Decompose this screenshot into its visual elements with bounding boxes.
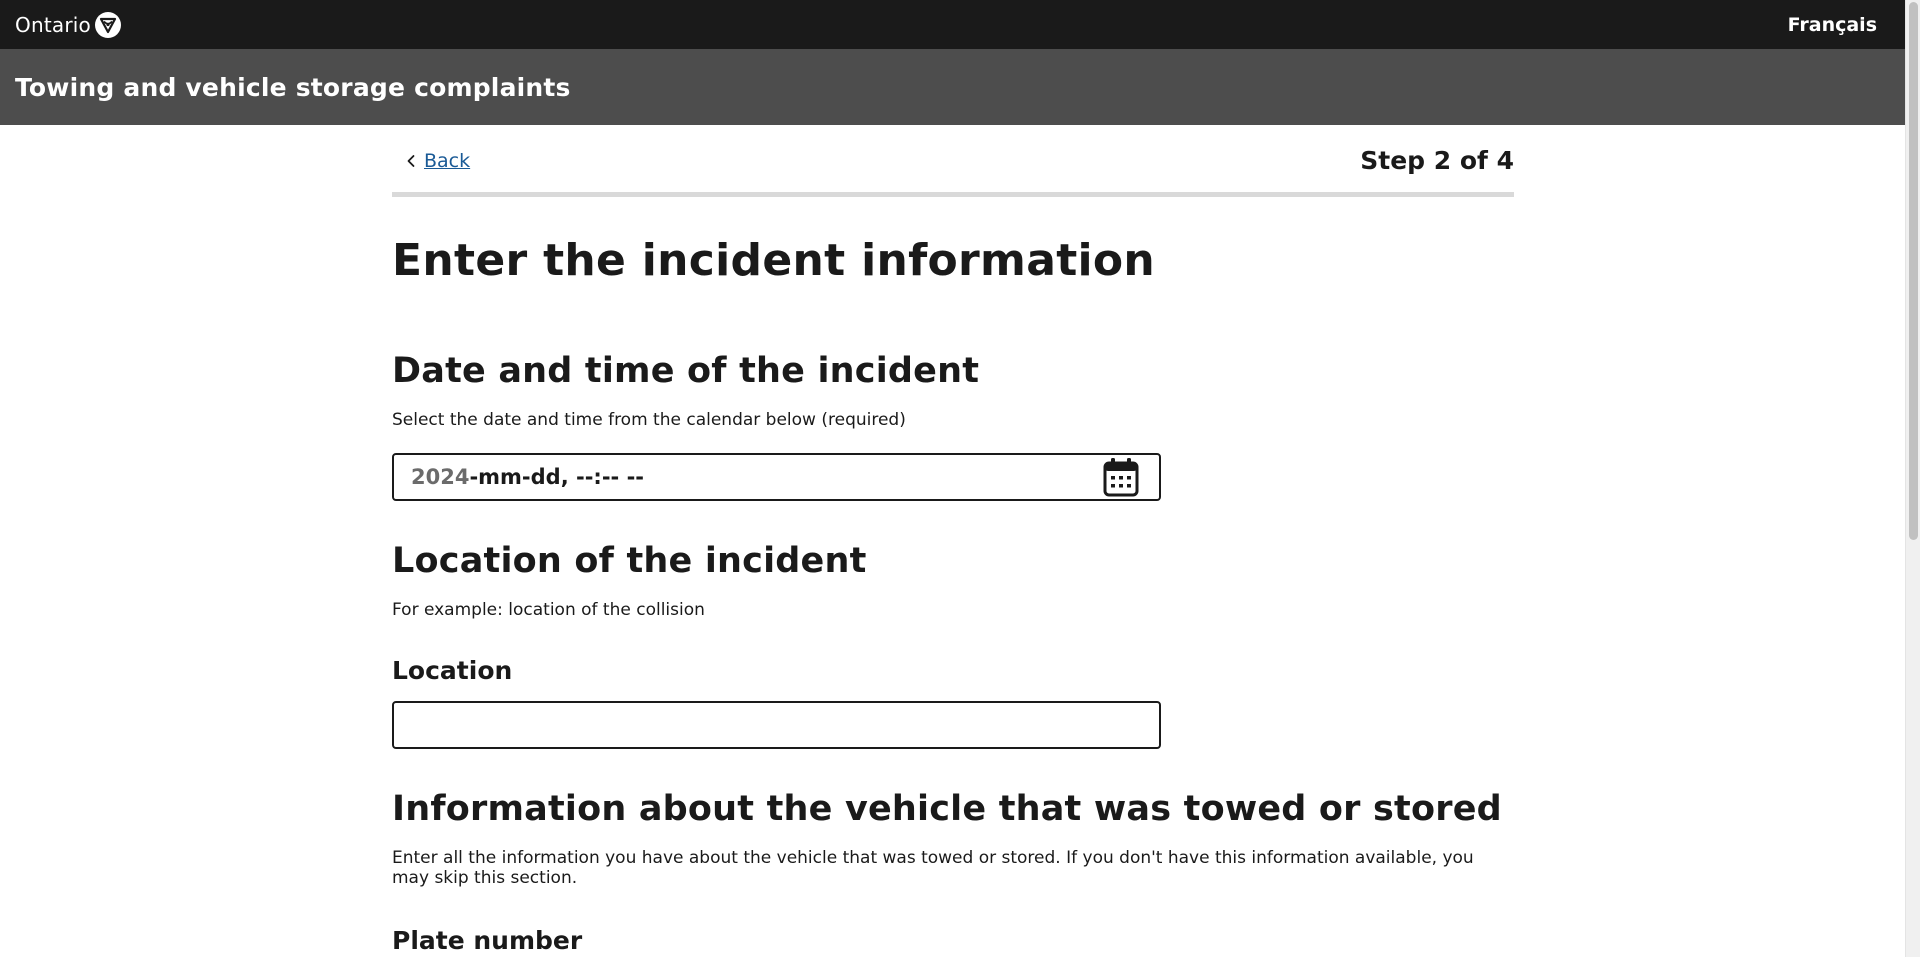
logo-text: Ontario	[15, 12, 91, 37]
main-content: Back Step 2 of 4 Enter the incident info…	[392, 125, 1514, 955]
location-hint: For example: location of the collision	[392, 600, 705, 620]
ontario-logo[interactable]: Ontario	[15, 11, 121, 38]
datetime-year: 2024	[411, 465, 470, 489]
datetime-input[interactable]: 2024-mm-dd, --:-- --	[392, 453, 1161, 501]
plate-number-label: Plate number	[392, 926, 583, 955]
location-input[interactable]	[392, 701, 1161, 749]
page-title: Enter the incident information	[392, 235, 1156, 286]
back-link[interactable]: Back	[406, 150, 470, 172]
step-indicator: Step 2 of 4	[1360, 146, 1514, 175]
datetime-value: 2024-mm-dd, --:-- --	[411, 465, 644, 489]
vertical-scrollbar[interactable]	[1905, 0, 1920, 957]
service-title-bar: Towing and vehicle storage complaints	[0, 49, 1905, 125]
back-link-label: Back	[424, 149, 471, 172]
datetime-hint: Select the date and time from the calend…	[392, 410, 906, 430]
location-heading: Location of the incident	[392, 541, 867, 581]
datetime-heading: Date and time of the incident	[392, 351, 980, 391]
vehicle-info-heading: Information about the vehicle that was t…	[392, 789, 1502, 829]
service-title[interactable]: Towing and vehicle storage complaints	[15, 73, 571, 102]
page: Ontario Français Towing and vehicle stor…	[0, 0, 1920, 957]
calendar-icon[interactable]	[1103, 457, 1139, 497]
ontario-header: Ontario Français	[0, 0, 1905, 49]
location-label: Location	[392, 656, 513, 685]
chevron-left-icon	[407, 154, 415, 167]
vehicle-info-hint: Enter all the information you have about…	[392, 848, 1474, 888]
language-toggle-link[interactable]: Français	[1788, 14, 1877, 36]
datetime-placeholder-rest: -mm-dd, --:-- --	[469, 465, 645, 489]
step-navigation: Back Step 2 of 4	[392, 125, 1514, 197]
scrollbar-thumb[interactable]	[1909, 2, 1918, 540]
ontario-trillium-icon	[94, 11, 121, 38]
